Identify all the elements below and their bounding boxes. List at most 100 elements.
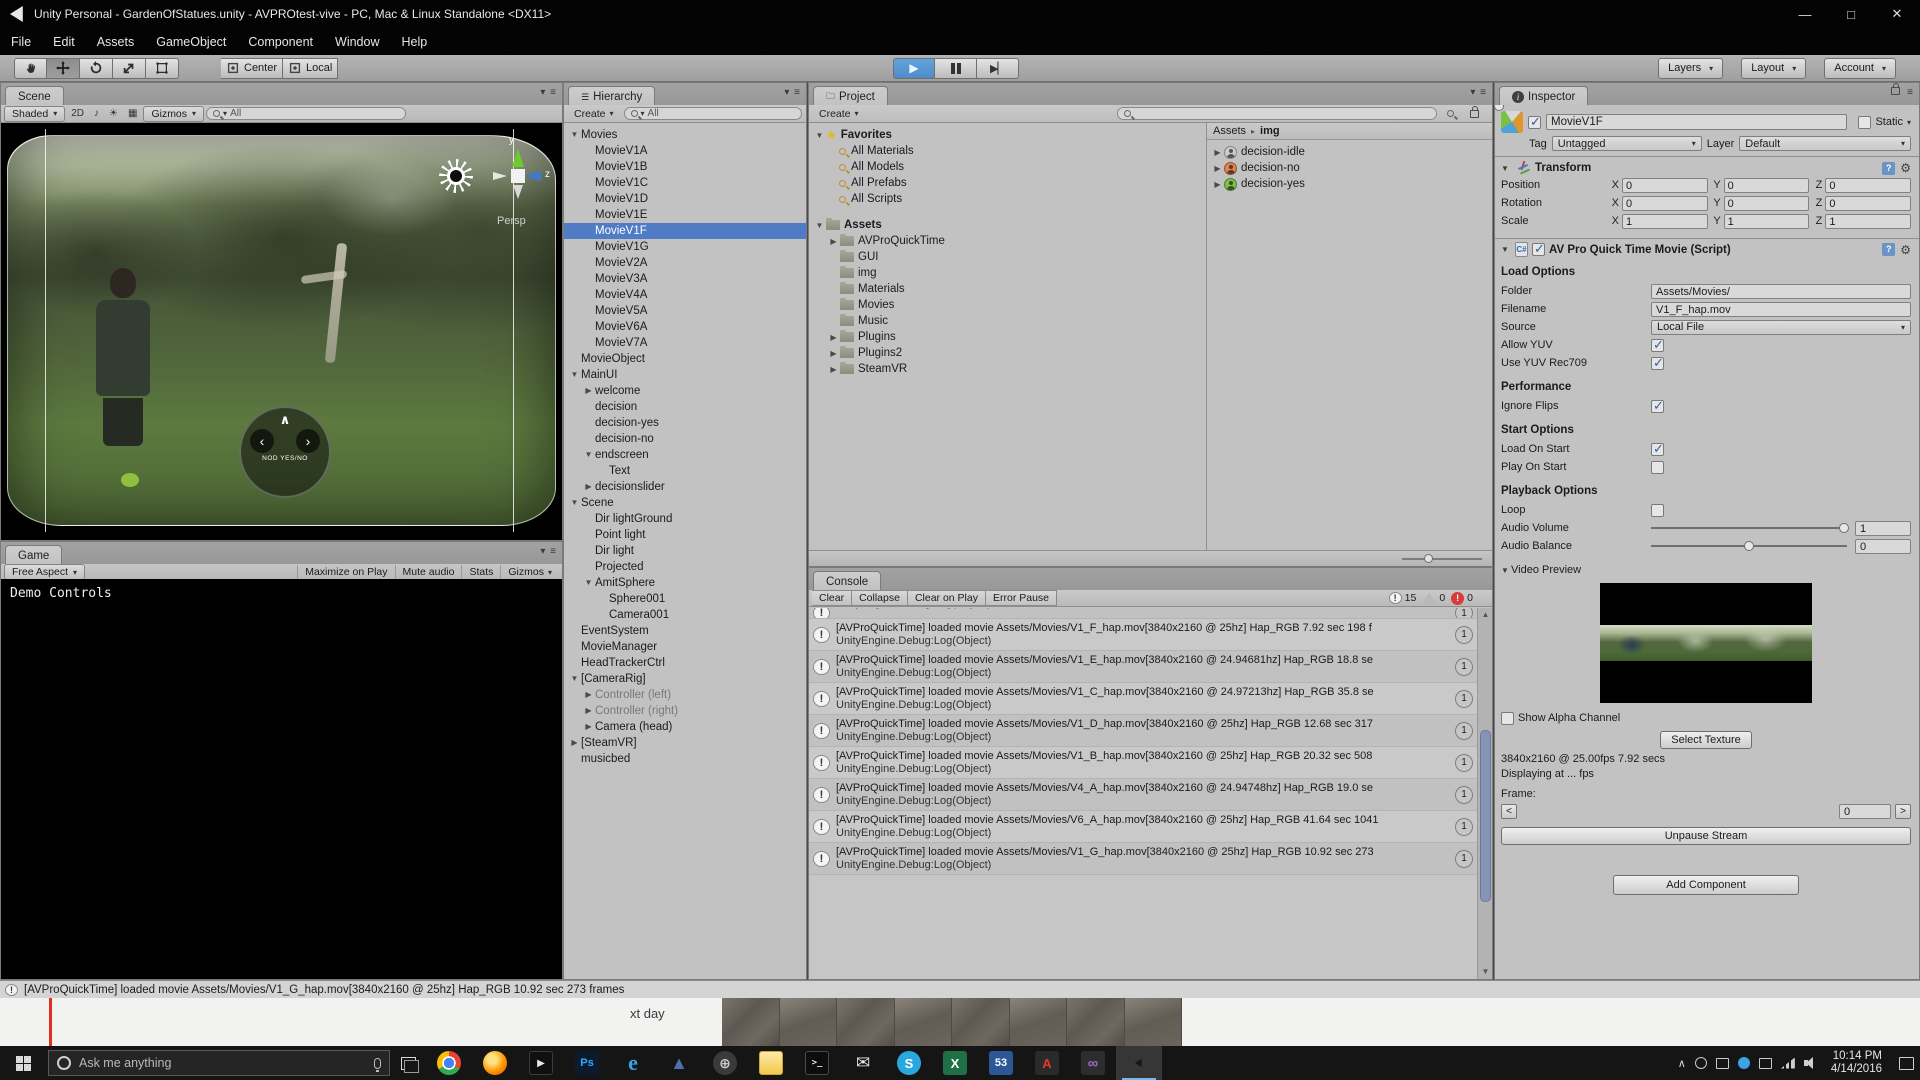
hierarchy-item[interactable]: MovieV1B <box>564 159 806 175</box>
panel-menu-icon[interactable]: ▾ ≡ <box>784 87 801 98</box>
favorite-search-item[interactable]: All Scripts <box>809 191 1206 207</box>
fold-arrow-icon[interactable]: ▼ <box>568 495 581 511</box>
taskbar-app-icon-skype[interactable]: S <box>886 1046 932 1080</box>
tray-icon[interactable] <box>1738 1057 1750 1069</box>
axis-down-arrow[interactable] <box>513 185 523 199</box>
favorite-search-item[interactable]: All Materials <box>809 143 1206 159</box>
hierarchy-item[interactable]: Dir light <box>564 543 806 559</box>
hierarchy-item[interactable]: MovieV1E <box>564 207 806 223</box>
scrollbar-thumb[interactable] <box>1480 730 1491 902</box>
unpause-stream-button[interactable]: Unpause Stream <box>1501 827 1911 845</box>
project-search-input[interactable] <box>1117 107 1437 120</box>
thumbnail-zoom-slider[interactable] <box>1402 558 1482 560</box>
play-on-start-checkbox[interactable] <box>1651 461 1664 474</box>
volume-icon[interactable] <box>1804 1057 1818 1069</box>
hierarchy-item[interactable]: ▼ Movies <box>564 127 806 143</box>
menu-item[interactable]: File <box>0 31 42 53</box>
use-yuv-checkbox[interactable] <box>1651 357 1664 370</box>
project-folder[interactable]: Music <box>809 313 1206 329</box>
taskbar-app-icon-file-explorer[interactable] <box>748 1046 794 1080</box>
panel-menu-icon[interactable]: ▾ ≡ <box>1470 87 1487 98</box>
fold-arrow-icon[interactable]: ▼ <box>582 575 595 591</box>
console-toolbar-button[interactable]: Clear <box>812 590 852 606</box>
step-button[interactable]: ▶▏ <box>977 58 1019 79</box>
help-icon[interactable]: ? <box>1882 162 1895 175</box>
tray-icon[interactable] <box>1695 1057 1707 1069</box>
shaded-dropdown[interactable]: Shaded▾ <box>4 106 65 122</box>
hierarchy-item[interactable]: MovieV2A <box>564 255 806 271</box>
axis-z-arrow[interactable] <box>525 171 541 181</box>
console-toolbar-button[interactable]: Clear on Play <box>908 590 986 606</box>
asset-file-item[interactable]: ▶ decision-yes <box>1207 176 1492 192</box>
axis-y-arrow[interactable] <box>512 149 524 167</box>
scene-gizmos-dropdown[interactable]: Gizmos▾ <box>143 106 204 122</box>
create-button[interactable]: Create▾ <box>568 107 620 121</box>
axis-x-arrow[interactable] <box>493 172 507 180</box>
fold-arrow-icon[interactable]: ▶ <box>582 687 595 703</box>
load-on-start-checkbox[interactable] <box>1651 443 1664 456</box>
perspective-label[interactable]: Persp <box>497 215 526 227</box>
project-folder[interactable]: ▶ SteamVR <box>809 361 1206 377</box>
taskbar-app-icon-command-prompt[interactable]: >_ <box>794 1046 840 1080</box>
breadcrumb-root[interactable]: Assets <box>1213 125 1246 137</box>
y-value-field[interactable]: 0 <box>1724 178 1810 193</box>
hierarchy-item[interactable]: MovieV5A <box>564 303 806 319</box>
hierarchy-item[interactable]: Dir lightGround <box>564 511 806 527</box>
project-folder[interactable]: ▶ Plugins <box>809 329 1206 345</box>
taskbar-app-icon-unity[interactable] <box>1116 1046 1162 1080</box>
audio-balance-slider[interactable] <box>1651 545 1847 547</box>
game-viewport[interactable]: Demo Controls <box>1 579 562 979</box>
scene-effects-icon[interactable]: ▦ <box>124 108 141 119</box>
game-toolbar-button[interactable]: Stats <box>461 565 500 579</box>
fold-arrow-icon[interactable]: ▼ <box>582 447 595 463</box>
help-icon[interactable]: ? <box>1882 243 1895 256</box>
tray-icon[interactable] <box>1759 1058 1772 1069</box>
taskbar-app-icon-player-triangle[interactable]: ▲ <box>656 1046 702 1080</box>
2d-toggle[interactable]: 2D <box>67 108 88 119</box>
hierarchy-item[interactable]: ▶ [SteamVR] <box>564 735 806 751</box>
show-alpha-checkbox[interactable] <box>1501 712 1514 725</box>
fold-arrow-icon[interactable]: ▼ <box>568 127 581 143</box>
favorite-search-item[interactable]: All Models <box>809 159 1206 175</box>
fold-arrow-icon[interactable]: ▼ <box>568 367 581 383</box>
folder-field[interactable]: Assets/Movies/ <box>1651 284 1911 299</box>
audio-volume-slider[interactable] <box>1651 527 1847 529</box>
console-log-entry[interactable]: ! [AVProQuickTime] loaded movie Assets/M… <box>809 651 1477 683</box>
hierarchy-item[interactable]: ▼ MainUI <box>564 367 806 383</box>
console-toolbar-button[interactable]: Collapse <box>852 590 908 606</box>
hierarchy-item[interactable]: MovieObject <box>564 351 806 367</box>
frame-value-field[interactable]: 0 <box>1839 804 1891 819</box>
add-component-button[interactable]: Add Component <box>1613 875 1799 895</box>
pivot-toggle-button[interactable]: Local <box>283 58 338 79</box>
menu-item[interactable]: Help <box>390 31 438 53</box>
scene-viewport[interactable]: y z Persp ∧ ‹ › NOD YES/NO <box>1 123 562 540</box>
scale-tool-button[interactable] <box>113 58 146 79</box>
move-tool-button[interactable] <box>47 58 80 79</box>
info-count[interactable]: !15 <box>1389 592 1417 604</box>
taskbar-app-icon-adobe-app[interactable]: A <box>1024 1046 1070 1080</box>
tag-dropdown[interactable]: Untagged▾ <box>1552 136 1702 151</box>
tab-hierarchy[interactable]: ☰Hierarchy <box>568 86 655 105</box>
console-log-entry[interactable]: ! UnityEngine.Debug:Log(Object) 1 <box>809 608 1477 619</box>
game-toolbar-button[interactable]: Gizmos▾ <box>500 565 559 579</box>
fold-arrow-icon[interactable]: ▼ <box>1501 566 1511 575</box>
network-icon[interactable] <box>1781 1058 1795 1069</box>
hierarchy-item[interactable]: MovieV1D <box>564 191 806 207</box>
filename-field[interactable]: V1_F_hap.mov <box>1651 302 1911 317</box>
y-value-field[interactable]: 0 <box>1724 196 1810 211</box>
action-center-icon[interactable] <box>1899 1057 1914 1070</box>
tab-console[interactable]: Console <box>813 571 881 590</box>
rect-tool-button[interactable] <box>146 58 179 79</box>
hierarchy-item[interactable]: MovieManager <box>564 639 806 655</box>
pause-button[interactable] <box>935 58 977 79</box>
panel-menu-icon[interactable]: ▾ ≡ <box>540 87 557 98</box>
source-dropdown[interactable]: Local File▾ <box>1651 320 1911 335</box>
menu-item[interactable]: Assets <box>86 31 146 53</box>
ignore-flips-checkbox[interactable] <box>1651 400 1664 413</box>
hierarchy-item[interactable]: musicbed <box>564 751 806 767</box>
hierarchy-item[interactable]: ▶ welcome <box>564 383 806 399</box>
fold-arrow-icon[interactable]: ▼ <box>1501 245 1511 254</box>
hierarchy-item[interactable]: Point light <box>564 527 806 543</box>
tab-project[interactable]: 🗀Project <box>813 86 888 105</box>
close-button[interactable]: ✕ <box>1874 0 1920 28</box>
